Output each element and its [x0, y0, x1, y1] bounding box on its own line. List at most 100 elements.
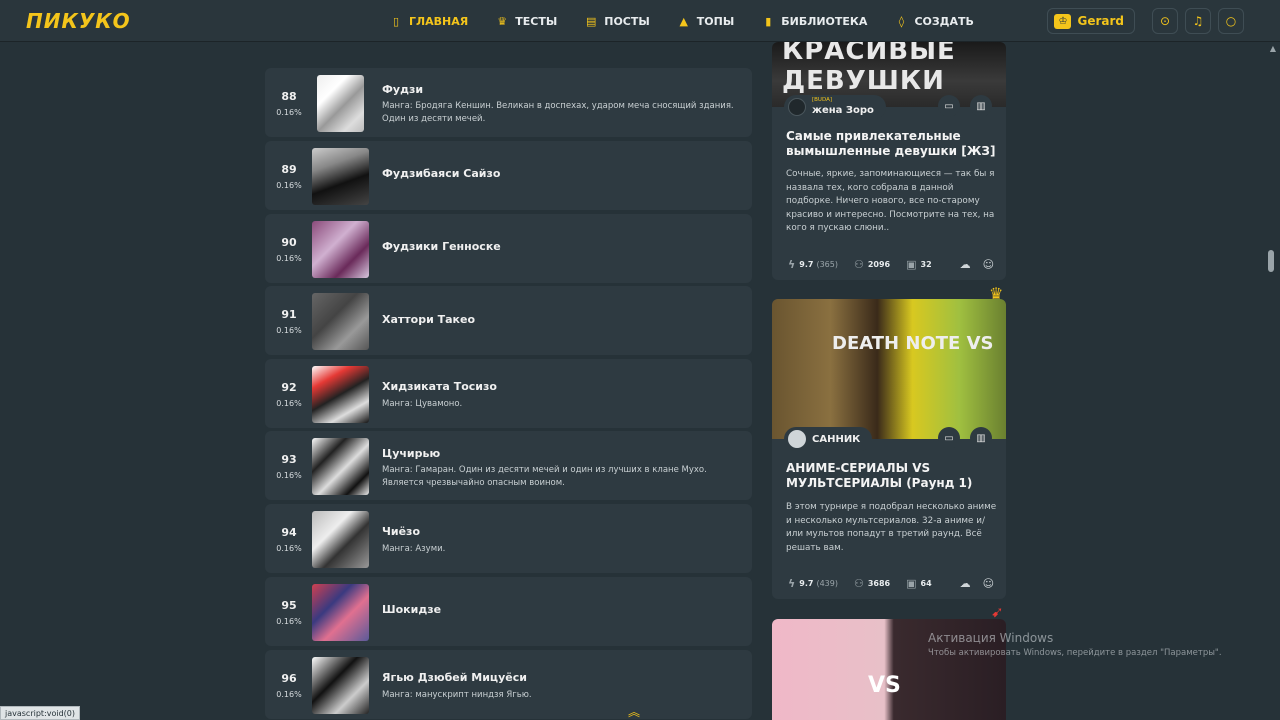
list-item[interactable]: 93 0.16% Цучирью Манга: Гамаран. Один из…: [265, 431, 752, 500]
share-icon[interactable]: ☁: [960, 577, 971, 590]
mask-icon[interactable]: ☺: [983, 577, 994, 590]
character-thumbnail: [312, 511, 369, 568]
scrollbar-up-arrow[interactable]: ▲: [1270, 44, 1276, 53]
rank-number: 95: [281, 599, 297, 612]
card-description: Сочные, яркие, запоминающиеся — так бы я…: [786, 169, 995, 233]
page-scrollbar-thumb[interactable]: [1268, 250, 1274, 272]
users-icon: ⚇: [853, 257, 864, 271]
browser-status-url: javascript:void(0): [0, 706, 81, 720]
card-stats: ϟ 9.7 (439) ⚇ 3686 ▣ 64 ☁ ☺: [788, 575, 994, 591]
bar-chart-icon: ▥: [976, 100, 986, 112]
images-stat: ▣ 64: [906, 577, 932, 590]
list-item[interactable]: 90 0.16% Фудзики Генноске: [265, 214, 752, 283]
bar-chart-icon: ▥: [976, 432, 986, 444]
rating-stat: ϟ 9.7 (365): [788, 257, 838, 271]
avatar: [788, 98, 806, 116]
character-thumbnail: [312, 657, 369, 714]
images-count: 32: [920, 259, 932, 269]
character-thumbnail: [312, 148, 369, 205]
rank-number: 90: [281, 236, 297, 249]
rank-percent: 0.16%: [276, 254, 302, 263]
card-title[interactable]: АНИМЕ-СЕРИАЛЫ VS МУЛЬТСЕРИАЛЫ (Раунд 1): [786, 461, 996, 491]
list-item[interactable]: 88 0.16% Фудзи Манга: Бродяга Кеншин. Ве…: [265, 68, 752, 137]
test-card[interactable]: DEATH NOTE VS САННИК ▭ ▥ АНИМЕ-СЕРИАЛЫ V…: [772, 299, 1006, 599]
rating-stat: ϟ 9.7 (439): [788, 576, 838, 590]
character-description: Манга: Азуми.: [382, 544, 446, 554]
lightbulb-icon: ◊: [898, 14, 905, 28]
cover-text: VS: [868, 673, 901, 698]
rank-number: 94: [281, 526, 297, 539]
card-stats: ϟ 9.7 (365) ⚇ 2096 ▣ 32 ☁ ☺: [788, 256, 994, 272]
stats-button[interactable]: ▥: [970, 95, 992, 117]
list-item[interactable]: 96 0.16% Ягью Дзюбей Мицуёси Манга: ману…: [265, 650, 752, 719]
site-logo[interactable]: ПИКУКО: [26, 9, 131, 33]
book-icon: ▮: [765, 14, 772, 28]
card-title[interactable]: Самые привлекательные вымышленные девушк…: [786, 129, 996, 159]
character-name: Шокидзе: [382, 603, 442, 616]
list-item[interactable]: 91 0.16% Хаттори Такео: [265, 286, 752, 355]
nav-create-label: СОЗДАТЬ: [914, 14, 974, 28]
mask-icon[interactable]: ☺: [983, 258, 994, 271]
author-name: жена Зоро: [812, 104, 874, 116]
nav-posts-label: ПОСТЫ: [604, 14, 650, 28]
character-description: Манга: Цувамоно.: [382, 399, 463, 409]
bookmark-button[interactable]: ▭: [938, 427, 960, 449]
nav-create[interactable]: ◊ СОЗДАТЬ: [895, 14, 974, 28]
character-thumbnail: [312, 221, 369, 278]
list-item[interactable]: 95 0.16% Шокидзе: [265, 577, 752, 646]
rank-percent: 0.16%: [276, 399, 302, 408]
search-button[interactable]: ○: [1218, 8, 1244, 34]
players-stat: ⚇ 2096: [854, 258, 890, 271]
user-profile-button[interactable]: ♔ Gerard: [1047, 8, 1135, 34]
rank-number: 89: [281, 163, 297, 176]
nav-home[interactable]: ▯ ГЛАВНАЯ: [390, 15, 468, 28]
list-item[interactable]: 94 0.16% Чиёзо Манга: Азуми.: [265, 504, 752, 573]
nav-tops[interactable]: ▲ ТОПЫ: [678, 14, 735, 28]
card-actions: ▭ ▥: [928, 95, 992, 117]
image-icon: ▣: [906, 257, 917, 271]
rank-number: 91: [281, 308, 297, 321]
stats-button[interactable]: ▥: [970, 427, 992, 449]
cover-text: КРАСИВЫЕ ДЕВУШКИ: [782, 42, 956, 96]
nav-posts[interactable]: ▤ ПОСТЫ: [585, 15, 650, 28]
rank-percent: 0.16%: [276, 544, 302, 553]
author-link[interactable]: [BUDA] жена Зоро: [784, 95, 886, 119]
trophy-icon: ♛: [497, 14, 508, 28]
scroll-to-top-icon[interactable]: ︽: [628, 703, 640, 720]
messages-button[interactable]: ⊙: [1152, 8, 1178, 34]
character-name: Хидзиката Тосизо: [382, 380, 497, 393]
character-name: Чиёзо: [382, 525, 421, 538]
bookmark-icon: ▭: [944, 100, 954, 112]
rank-number: 88: [281, 90, 297, 103]
rank-number: 93: [281, 453, 297, 466]
nav-tops-label: ТОПЫ: [696, 14, 735, 28]
card-description: В этом турнире я подобрал несколько аним…: [786, 502, 997, 553]
rank-percent: 0.16%: [276, 617, 302, 626]
search-icon: ○: [1225, 14, 1237, 28]
character-thumbnail: [312, 366, 369, 423]
character-name: Фудзики Генноске: [382, 240, 501, 253]
header-actions: ♔ Gerard ⊙ ♫ ○: [1047, 8, 1244, 34]
crown-icon: ♔: [1054, 13, 1072, 29]
list-item[interactable]: 92 0.16% Хидзиката Тосизо Манга: Цувамон…: [265, 359, 752, 428]
podium-icon: ▲: [679, 14, 688, 28]
cover-text: DEATH NOTE VS: [832, 333, 994, 354]
list-item[interactable]: 89 0.16% Фудзибаяси Сайзо: [265, 141, 752, 210]
rank-percent: 0.16%: [276, 471, 302, 480]
share-icon[interactable]: ☁: [960, 258, 971, 271]
windows-activation-title: Активация Windows: [928, 631, 1054, 645]
character-description: Манга: Гамаран. Один из десяти мечей и о…: [382, 465, 707, 488]
nav-library[interactable]: ▮ БИБЛИОТЕКА: [762, 15, 867, 28]
players-count: 3686: [867, 578, 891, 588]
author-link[interactable]: САННИК: [784, 427, 873, 451]
rank-percent: 0.16%: [276, 108, 302, 117]
bookmark-button[interactable]: ▭: [938, 95, 960, 117]
test-card[interactable]: КРАСИВЫЕ ДЕВУШКИ [BUDA] жена Зоро ▭ ▥ Са…: [772, 42, 1006, 280]
players-count: 2096: [867, 259, 891, 269]
lightning-icon: ϟ: [788, 576, 796, 590]
notifications-button[interactable]: ♫: [1185, 8, 1211, 34]
main-nav: ▯ ГЛАВНАЯ ♛ ТЕСТЫ ▤ ПОСТЫ ▲ ТОПЫ ▮ БИБЛИОТЕКА…: [390, 0, 1002, 42]
windows-activation-subtitle: Чтобы активировать Windows, перейдите в …: [928, 648, 1222, 658]
image-icon: ▣: [906, 576, 917, 590]
nav-tests[interactable]: ♛ ТЕСТЫ: [496, 15, 557, 28]
